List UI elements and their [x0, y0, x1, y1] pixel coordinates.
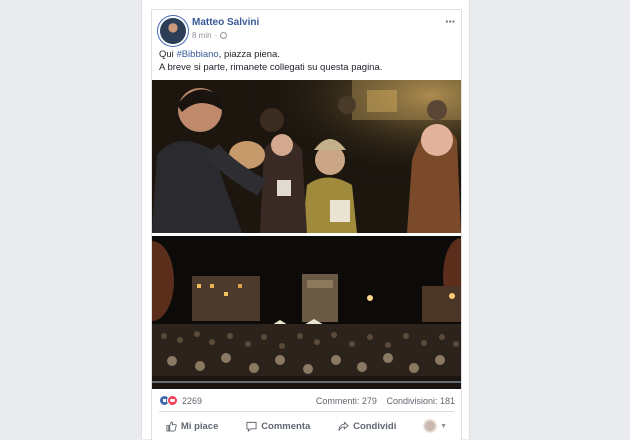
reaction-count: 2269 [182, 395, 203, 406]
post-photo-1[interactable] [152, 80, 461, 233]
post-card: Matteo Salvini 8 min · ··· Qui #Bibbiano… [151, 9, 462, 440]
photo-2-scene [152, 236, 461, 389]
comment-button[interactable]: Commenta [240, 418, 316, 435]
photo-1-scene [152, 80, 461, 233]
text-prefix: Qui [159, 49, 177, 60]
engagement-counts: Commenti: 279 Condivisioni: 181 [316, 396, 455, 406]
post-text-line-1: Qui #Bibbiano, piazza piena. [159, 48, 454, 61]
hashtag-link[interactable]: #Bibbiano [176, 49, 218, 60]
like-button[interactable]: Mi piace [160, 418, 225, 435]
comment-icon [246, 421, 257, 432]
feed-column: Matteo Salvini 8 min · ··· Qui #Bibbiano… [141, 0, 470, 440]
author-avatar[interactable] [160, 18, 186, 44]
post-text: Qui #Bibbiano, piazza piena. A breve si … [159, 48, 454, 74]
more-options-icon[interactable]: ··· [445, 14, 456, 29]
post-text-line-2: A breve si parte, rimanete collegati su … [159, 62, 383, 73]
share-label: Condividi [353, 420, 397, 432]
chevron-down-icon: ▼ [440, 422, 448, 430]
love-reaction-icon [167, 395, 178, 406]
profile-avatar [424, 420, 437, 432]
like-label: Mi piace [180, 420, 219, 432]
author-name[interactable]: Matteo Salvini [192, 17, 259, 28]
post-time[interactable]: 8 min [192, 31, 212, 40]
share-icon [338, 420, 349, 431]
divider [159, 411, 454, 412]
comments-count[interactable]: Commenti: 279 [316, 396, 377, 406]
comment-label: Commenta [261, 420, 311, 432]
action-bar: Mi piace Commenta Condividi ▼ [152, 414, 461, 438]
globe-icon [220, 32, 228, 39]
separator: · [214, 31, 218, 40]
post-meta: 8 min · [192, 31, 228, 40]
shares-count[interactable]: Condivisioni: 181 [386, 396, 455, 406]
reaction-summary[interactable]: 2269 [159, 395, 202, 406]
thumbs-up-icon [166, 420, 177, 432]
profile-selector[interactable]: ▼ [418, 417, 453, 435]
text-suffix: , piazza piena. [218, 49, 280, 60]
post-photo-2[interactable] [152, 236, 461, 389]
share-button[interactable]: Condividi [332, 418, 402, 435]
